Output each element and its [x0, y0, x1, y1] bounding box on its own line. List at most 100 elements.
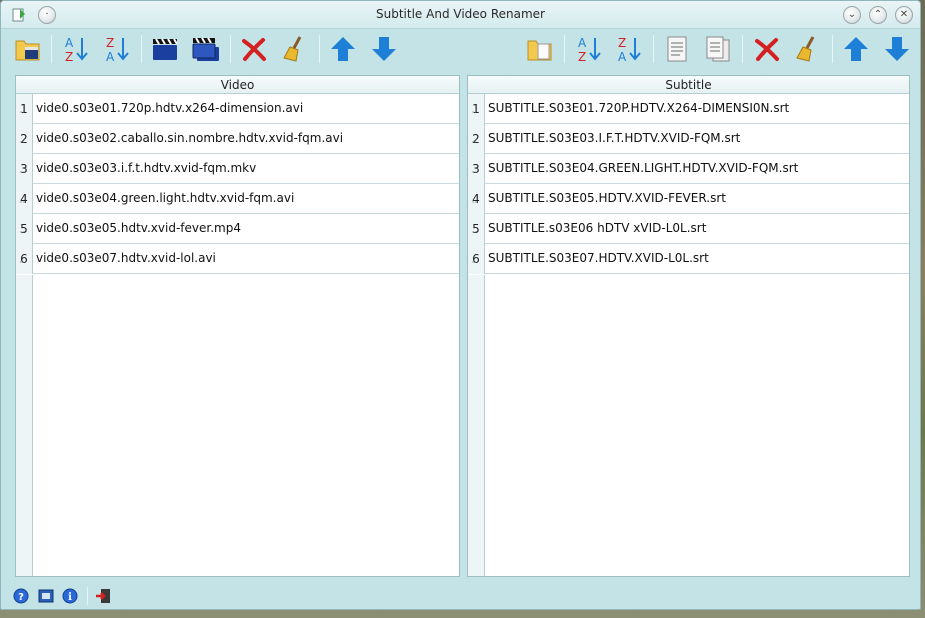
sort-subtitles-ascending-button[interactable]: A Z	[572, 32, 606, 66]
svg-text:Z: Z	[578, 50, 586, 64]
row-number[interactable]: 5	[16, 214, 32, 248]
table-row[interactable]: 3 SUBTITLE.S03E04.GREEN.LIGHT.HDTV.XVID-…	[468, 154, 909, 188]
qt-icon[interactable]	[37, 587, 55, 605]
sort-subtitles-descending-button[interactable]: Z A	[612, 32, 646, 66]
toolbar: A Z Z A A Z Z A	[1, 29, 920, 71]
table-row[interactable]: 5 vide0.s03e05.hdtv.xvid-fever.mp4	[16, 214, 459, 248]
remove-subtitle-button[interactable]	[750, 32, 784, 66]
exit-icon[interactable]	[94, 587, 112, 605]
help-icon[interactable]: ?	[12, 587, 30, 605]
row-number[interactable]: 5	[468, 214, 484, 248]
row-number[interactable]: 3	[468, 154, 484, 188]
svg-text:A: A	[618, 50, 627, 64]
subtitle-filename[interactable]: SUBTITLE.S03E05.HDTV.XVID-FEVER.srt	[484, 184, 909, 214]
open-videos-button[interactable]	[11, 32, 45, 66]
sort-za-icon: Z A	[618, 36, 641, 64]
gutter-divider	[32, 275, 33, 576]
move-subtitle-up-button[interactable]	[839, 32, 873, 66]
subtitle-filename[interactable]: SUBTITLE.S03E01.720P.HDTV.X264-DIMENSI0N…	[484, 94, 909, 124]
row-header-gutter	[16, 275, 32, 576]
video-table[interactable]: Video 1 vide0.s03e01.720p.hdtv.x264-dime…	[15, 75, 460, 577]
table-row[interactable]: 2 vide0.s03e02.caballo.sin.nombre.hdtv.x…	[16, 124, 459, 158]
info-icon[interactable]: i	[61, 587, 79, 605]
video-filename[interactable]: vide0.s03e02.caballo.sin.nombre.hdtv.xvi…	[32, 124, 459, 154]
subtitle-filename[interactable]: SUBTITLE.S03E03.I.F.T.HDTV.XVID-FQM.srt	[484, 124, 909, 154]
arrow-up-icon	[844, 37, 868, 61]
row-number[interactable]: 4	[468, 184, 484, 218]
row-number[interactable]: 3	[16, 154, 32, 188]
row-number[interactable]: 4	[16, 184, 32, 218]
gutter-divider	[484, 275, 485, 576]
svg-text:?: ?	[18, 592, 24, 603]
table-row[interactable]: 2 SUBTITLE.S03E03.I.F.T.HDTV.XVID-FQM.sr…	[468, 124, 909, 158]
video-clapper-button[interactable]	[148, 32, 182, 66]
folder-document-icon	[527, 40, 552, 61]
move-subtitle-down-button[interactable]	[880, 32, 914, 66]
row-number[interactable]: 1	[16, 94, 32, 128]
red-x-icon	[242, 38, 266, 61]
svg-text:Z: Z	[106, 36, 114, 50]
open-subtitles-button[interactable]	[523, 32, 557, 66]
clear-subtitles-button[interactable]	[791, 32, 825, 66]
subtitle-column-header[interactable]: Subtitle	[468, 76, 909, 94]
table-row[interactable]: 1 SUBTITLE.S03E01.720P.HDTV.X264-DIMENSI…	[468, 94, 909, 128]
svg-text:i: i	[68, 592, 72, 603]
video-filename[interactable]: vide0.s03e03.i.f.t.hdtv.xvid-fqm.mkv	[32, 154, 459, 184]
table-row[interactable]: 5 SUBTITLE.s03E06 hDTV xVID-L0L.srt	[468, 214, 909, 248]
arrow-down-icon	[885, 37, 909, 61]
row-number[interactable]: 1	[468, 94, 484, 128]
video-filename[interactable]: vide0.s03e04.green.light.hdtv.xvid-fqm.a…	[32, 184, 459, 214]
table-row[interactable]: 6 vide0.s03e07.hdtv.xvid-lol.avi	[16, 244, 459, 278]
video-clapper-multi-button[interactable]	[189, 32, 223, 66]
table-row[interactable]: 6 SUBTITLE.S03E07.HDTV.XVID-L0L.srt	[468, 244, 909, 278]
row-header-gutter	[468, 275, 484, 576]
red-x-icon	[755, 38, 779, 61]
sort-za-icon: Z A	[106, 36, 129, 64]
document-button[interactable]	[660, 32, 694, 66]
table-row[interactable]: 1 vide0.s03e01.720p.hdtv.x264-dimension.…	[16, 94, 459, 128]
row-number[interactable]: 2	[16, 124, 32, 158]
minimize-button[interactable]: ⌄	[843, 6, 861, 24]
sort-descending-button[interactable]: Z A	[100, 32, 134, 66]
documents-button[interactable]	[701, 32, 735, 66]
subtitle-table[interactable]: Subtitle 1 SUBTITLE.S03E01.720P.HDTV.X26…	[467, 75, 910, 577]
video-filename[interactable]: vide0.s03e07.hdtv.xvid-lol.avi	[32, 244, 459, 274]
clear-videos-button[interactable]	[278, 32, 312, 66]
sort-ascending-button[interactable]: A Z	[59, 32, 93, 66]
window-title: Subtitle And Video Renamer	[376, 7, 545, 21]
svg-text:A: A	[65, 36, 74, 50]
move-video-up-button[interactable]	[326, 32, 360, 66]
table-row[interactable]: 3 vide0.s03e03.i.f.t.hdtv.xvid-fqm.mkv	[16, 154, 459, 188]
table-row[interactable]: 4 vide0.s03e04.green.light.hdtv.xvid-fqm…	[16, 184, 459, 218]
move-video-down-button[interactable]	[367, 32, 401, 66]
broom-icon	[283, 36, 302, 62]
video-filename[interactable]: vide0.s03e05.hdtv.xvid-fever.mp4	[32, 214, 459, 244]
arrow-down-icon	[372, 37, 396, 61]
svg-text:Z: Z	[65, 50, 73, 64]
svg-text:A: A	[106, 50, 115, 64]
subtitle-filename[interactable]: SUBTITLE.S03E07.HDTV.XVID-L0L.srt	[484, 244, 909, 274]
svg-text:A: A	[578, 36, 587, 50]
sort-az-icon: A Z	[65, 36, 88, 64]
row-number[interactable]: 6	[468, 244, 484, 278]
maximize-button[interactable]: ⌃	[869, 6, 887, 24]
subtitle-filename[interactable]: SUBTITLE.s03E06 hDTV xVID-L0L.srt	[484, 214, 909, 244]
subtitle-filename[interactable]: SUBTITLE.S03E04.GREEN.LIGHT.HDTV.XVID-FQ…	[484, 154, 909, 184]
video-filename[interactable]: vide0.s03e01.720p.hdtv.x264-dimension.av…	[32, 94, 459, 124]
sort-az-icon: A Z	[578, 36, 601, 64]
svg-text:Z: Z	[618, 36, 626, 50]
remove-video-button[interactable]	[237, 32, 271, 66]
arrow-up-icon	[331, 37, 355, 61]
clapper-icon	[153, 38, 178, 60]
row-number[interactable]: 2	[468, 124, 484, 158]
title-bar: · Subtitle And Video Renamer ⌄ ⌃ ✕	[1, 1, 920, 29]
row-number[interactable]: 6	[16, 244, 32, 278]
documents-icon	[706, 36, 730, 62]
document-icon	[667, 36, 687, 62]
video-column-header[interactable]: Video	[16, 76, 459, 94]
status-bar: ? i	[1, 583, 920, 609]
broom-icon	[796, 36, 815, 62]
close-button[interactable]: ✕	[895, 6, 913, 24]
main-window: · Subtitle And Video Renamer ⌄ ⌃ ✕ A Z Z	[0, 0, 921, 610]
table-row[interactable]: 4 SUBTITLE.S03E05.HDTV.XVID-FEVER.srt	[468, 184, 909, 218]
